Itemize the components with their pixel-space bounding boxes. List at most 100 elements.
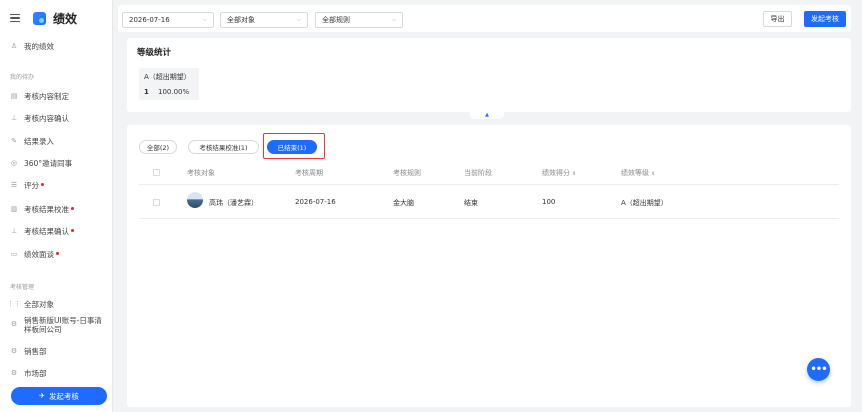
sidebar-item-label: 全部对象	[24, 299, 54, 309]
sidebar-item-calibration[interactable]: ▥ 考核结果校准	[0, 199, 113, 219]
filter-bar: 2026-07-16 ⌵ 全部对象 ⌵ 全部规则 ⌵ 导出 发起考核	[118, 5, 851, 32]
sidebar-item-marketing[interactable]: ⚙ 市场部	[0, 363, 113, 383]
grade-label: A（超出期望）	[144, 73, 191, 81]
sidebar-section-todo: 我的待办	[10, 74, 35, 81]
column-header-period: 考核周期	[295, 169, 323, 177]
send-icon: ✈	[39, 392, 45, 400]
stamp-icon: ⊥	[10, 114, 18, 122]
sidebar-item-company[interactable]: ⚙ 销售新版UI账号-日事清样板间公司	[0, 316, 113, 338]
results-panel: 全部(2) 考核结果校准(1) 已结束(1) 考核对象 考核周期 考核规则 当前…	[127, 125, 851, 407]
highlight-box	[263, 133, 325, 159]
cell-score: 100	[542, 198, 556, 206]
cell-rule: 金大脑	[393, 199, 414, 207]
sidebar-item-my-performance[interactable]: ♙ 我的绩效	[0, 36, 113, 56]
menu-icon[interactable]	[10, 14, 20, 22]
sidebar-item-label: 评分	[24, 180, 39, 190]
badge-dot	[71, 228, 74, 232]
more-button[interactable]: •••	[807, 358, 830, 381]
app-title: 绩效	[53, 11, 78, 26]
sidebar-item-content-setup[interactable]: ▤ 考核内容制定	[0, 86, 113, 106]
header-divider	[139, 184, 839, 185]
tab-calibration[interactable]: 考核结果校准(1)	[188, 140, 259, 154]
sidebar-item-content-confirm[interactable]: ⊥ 考核内容确认	[0, 108, 113, 128]
sidebar-item-label: 我的绩效	[24, 41, 54, 51]
sidebar-item-all-objects[interactable]: ⋮⋮ 全部对象	[0, 294, 113, 314]
gear-icon: ⚙	[10, 347, 18, 355]
cell-grade: A（超出期望）	[621, 199, 668, 207]
sidebar-item-scoring[interactable]: ☰ 评分	[0, 175, 113, 195]
row-checkbox[interactable]	[153, 199, 160, 206]
badge-dot	[41, 182, 44, 186]
column-header-score[interactable]: 绩效得分 ⬍	[542, 168, 576, 178]
sidebar-item-interview[interactable]: ▭ 绩效面谈	[0, 244, 113, 264]
sidebar-item-label: 考核结果确认	[24, 226, 69, 236]
sidebar-item-label: 考核内容确认	[24, 113, 69, 123]
rule-select[interactable]: 全部规则 ⌵	[315, 12, 403, 28]
chevron-down-icon: ⌵	[391, 16, 396, 23]
stamp-icon: ⊥	[10, 227, 18, 235]
caret-up-icon: ▲	[485, 112, 489, 118]
export-button[interactable]: 导出	[763, 11, 792, 27]
badge-dot	[71, 206, 74, 210]
app-logo-icon	[33, 11, 46, 25]
grade-stats-card: 等级统计 A（超出期望） 1 100.00%	[127, 38, 851, 112]
column-header-grade[interactable]: 绩效等级 ⬍	[621, 168, 655, 178]
column-header-stage: 当前阶段	[464, 169, 492, 177]
tab-all[interactable]: 全部(2)	[139, 140, 177, 154]
cell-period: 2026-07-16	[295, 198, 336, 206]
sidebar-item-result-confirm[interactable]: ⊥ 考核结果确认	[0, 221, 113, 241]
sort-icon: ⬍	[572, 171, 577, 177]
list-icon: ☰	[10, 181, 18, 189]
column-header-rule: 考核规则	[393, 169, 421, 177]
start-review-label: 发起考核	[48, 391, 79, 401]
sort-icon: ⬍	[651, 171, 656, 177]
grade-count: 1	[144, 88, 149, 96]
chevron-down-icon: ⌵	[202, 16, 207, 23]
column-header-object: 考核对象	[187, 169, 215, 177]
gear-icon: ⚙	[10, 320, 18, 328]
select-all-checkbox[interactable]	[153, 169, 160, 176]
chevron-down-icon: ⌵	[296, 16, 301, 23]
sidebar-item-label: 考核结果校准	[24, 204, 69, 214]
row-divider	[139, 218, 839, 219]
avatar	[187, 192, 203, 208]
column-header-grade-label: 绩效等级	[621, 169, 649, 177]
cell-object[interactable]: 高玮（潘艺霖）	[209, 198, 258, 208]
date-select-value: 2026-07-16	[129, 16, 170, 24]
sidebar-item-sales[interactable]: ⚙ 销售部	[0, 341, 113, 361]
sidebar-section-manage: 考核管理	[10, 284, 35, 291]
column-header-score-label: 绩效得分	[542, 169, 570, 177]
cell-stage: 结束	[464, 199, 478, 207]
circle-icon: ◎	[10, 159, 18, 167]
grid-icon: ⋮⋮	[7, 300, 21, 308]
pen-icon: ✎	[11, 137, 17, 145]
doc-icon: ▤	[10, 92, 18, 100]
collapse-toggle[interactable]: ▲	[470, 111, 504, 119]
sidebar-item-label: 市场部	[24, 368, 47, 378]
chat-icon: ▭	[10, 250, 18, 258]
sidebar-header: 绩效	[0, 0, 112, 36]
sidebar: 绩效 ♙ 我的绩效 我的待办 ▤ 考核内容制定 ⊥ 考核内容确认 ✎ 结果录入 …	[0, 0, 113, 412]
start-review-top-button[interactable]: 发起考核	[804, 11, 846, 27]
badge-dot	[56, 251, 59, 255]
date-select[interactable]: 2026-07-16 ⌵	[122, 12, 214, 28]
rule-select-value: 全部规则	[322, 16, 350, 24]
user-icon: ♙	[10, 42, 18, 50]
gear-icon: ⚙	[10, 369, 18, 377]
grade-stat-item: A（超出期望） 1 100.00%	[139, 68, 199, 100]
object-select[interactable]: 全部对象 ⌵	[220, 12, 308, 28]
sidebar-item-360-invite[interactable]: ◎ 360°邀请同事	[0, 153, 113, 173]
sidebar-item-label: 销售新版UI账号-日事清样板间公司	[24, 316, 102, 334]
calibrate-icon: ▥	[10, 205, 18, 213]
sidebar-item-label: 销售部	[24, 346, 47, 356]
grade-percent: 100.00%	[158, 88, 190, 96]
sidebar-item-label: 360°邀请同事	[24, 158, 73, 168]
grade-stats-title: 等级统计	[137, 48, 172, 58]
sidebar-item-label: 结果录入	[24, 136, 54, 146]
object-select-value: 全部对象	[227, 16, 255, 24]
sidebar-item-label: 考核内容制定	[24, 91, 69, 101]
more-icon: •••	[810, 364, 827, 375]
start-review-button[interactable]: ✈ 发起考核	[11, 387, 107, 405]
sidebar-item-result-entry[interactable]: ✎ 结果录入	[0, 131, 113, 151]
sidebar-item-label: 绩效面谈	[24, 249, 54, 259]
